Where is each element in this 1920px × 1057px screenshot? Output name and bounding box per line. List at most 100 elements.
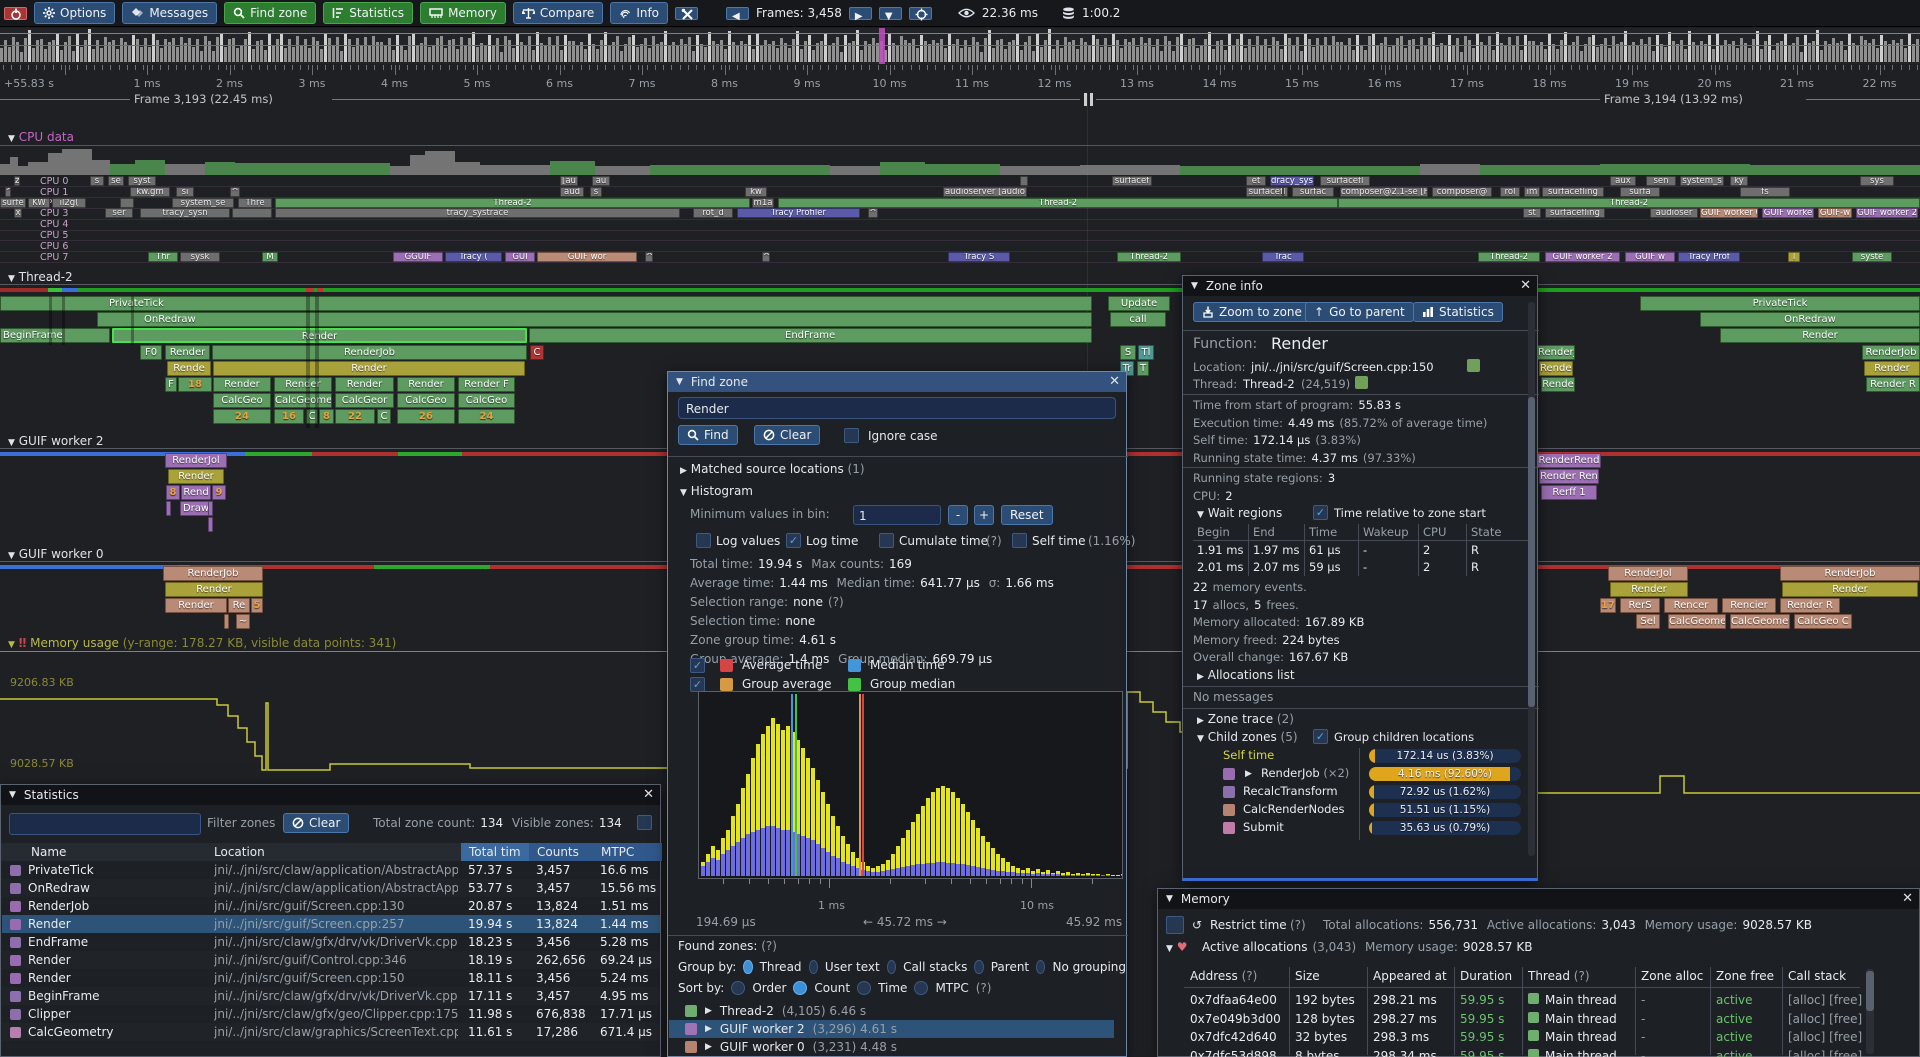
zone-chip[interactable]: il2g( xyxy=(52,198,86,208)
zone-chip[interactable]: RenderJol xyxy=(165,453,227,468)
column-header[interactable]: Appeared at xyxy=(1373,969,1452,983)
radio-button[interactable] xyxy=(974,960,983,974)
zone-chip[interactable]: Thre xyxy=(238,198,272,208)
legend-checkbox[interactable]: ✓ xyxy=(690,658,705,673)
zone-chip[interactable]: Render R xyxy=(1780,598,1840,613)
zone-chip[interactable]: RenderJob xyxy=(212,345,527,360)
thread-cell[interactable]: Main thread xyxy=(1528,993,1633,1007)
zone-chip[interactable]: Render xyxy=(213,361,525,376)
zone-chip[interactable]: system_se xyxy=(172,198,234,208)
zone-chip[interactable]: C xyxy=(530,345,544,360)
histogram-plot[interactable] xyxy=(698,691,1123,879)
zone-chip[interactable]: RenderJol xyxy=(1537,345,1575,360)
zone-chip[interactable]: ^ xyxy=(868,208,878,218)
thread-value[interactable]: Thread-2 xyxy=(1243,377,1295,391)
cumulate-checkbox[interactable] xyxy=(879,533,894,548)
zone-chip[interactable]: surfacefl xyxy=(1320,176,1370,186)
reset-button[interactable]: Reset xyxy=(1001,505,1053,525)
zone-chip[interactable]: Rende xyxy=(167,361,211,376)
info-button[interactable]: Info xyxy=(610,2,668,24)
wait-column-header[interactable]: Wakeup xyxy=(1363,525,1417,539)
zone-chip[interactable]: GUIF worke xyxy=(1762,208,1814,218)
column-header[interactable]: Name xyxy=(1,843,206,861)
radio-button[interactable] xyxy=(1036,960,1045,974)
table-row[interactable]: OnRedrawjni/../jni/src/claw/application/… xyxy=(2,879,660,897)
zone-chip[interactable]: 8 xyxy=(319,409,334,424)
column-header[interactable]: MTPC xyxy=(593,843,662,861)
group-children-checkbox[interactable]: ✓ xyxy=(1313,729,1328,744)
zone-chip[interactable]: sysk xyxy=(180,252,220,262)
zone-chip[interactable]: fs xyxy=(1740,187,1790,197)
zone-chip[interactable]: audioser xyxy=(1650,208,1698,218)
column-header[interactable]: Zone free xyxy=(1716,969,1780,983)
zone-chip[interactable]: GGUIF xyxy=(393,252,443,262)
wait-column-header[interactable]: CPU xyxy=(1423,525,1465,539)
clear-filter-button[interactable]: Clear xyxy=(283,813,349,833)
zone-chip[interactable]: kw.gm xyxy=(130,187,170,197)
zone-chip[interactable]: s xyxy=(590,187,602,197)
source-color-swatch[interactable] xyxy=(1467,359,1480,372)
zone-chip[interactable]: surfacef xyxy=(1112,176,1152,186)
zone-chip[interactable]: aux xyxy=(1610,176,1636,186)
zone-chip[interactable]: [au xyxy=(560,176,578,186)
zone-chip[interactable]: M xyxy=(262,252,278,262)
zone-chip[interactable]: T xyxy=(1137,361,1149,376)
zone-chip[interactable]: rot_d xyxy=(693,208,733,218)
legend-checkbox[interactable]: ✓ xyxy=(690,677,705,692)
axis-span-label[interactable]: ← 45.72 ms → xyxy=(863,915,947,929)
zone-chip[interactable]: Tracy ( xyxy=(445,252,502,262)
zone-chip[interactable]: KW xyxy=(28,198,50,208)
matched-locations-row[interactable]: ▶ Matched source locations (1) xyxy=(680,462,865,476)
zone-chip[interactable]: GUIF worker 0 xyxy=(1700,208,1758,218)
zone-chip[interactable]: GUIF wor xyxy=(537,252,637,262)
radio-button[interactable] xyxy=(887,960,896,974)
zone-chip[interactable]: ky xyxy=(1730,176,1748,186)
active-allocations-header[interactable]: ▼ ♥ xyxy=(1166,940,1188,954)
radio-button[interactable] xyxy=(743,960,752,974)
zone-chip[interactable]: Render xyxy=(1539,361,1573,376)
find-button[interactable]: Find xyxy=(678,425,738,445)
filter-input[interactable] xyxy=(9,813,201,835)
zone-chip[interactable] xyxy=(166,501,171,516)
zone-chip[interactable]: et xyxy=(1246,176,1266,186)
close-icon[interactable]: ✕ xyxy=(643,787,654,802)
zone-chip[interactable]: 5 xyxy=(251,598,263,613)
zone-chip[interactable]: 17 xyxy=(1600,598,1616,613)
min-bin-input[interactable]: 1 xyxy=(853,505,941,525)
zone-info-scrollbar[interactable] xyxy=(1528,302,1535,856)
zone-group-row[interactable]: ▶Thread-2(4,105) 6.46 s xyxy=(669,1002,1114,1020)
zone-chip[interactable]: 18 xyxy=(178,377,212,392)
memory-titlebar[interactable]: ▼Memory✕ xyxy=(1158,889,1919,909)
zone-chip[interactable]: RerS xyxy=(1620,598,1660,613)
zone-chip[interactable]: RenderJol xyxy=(1608,566,1688,581)
zone-chip[interactable]: 9 xyxy=(212,485,226,500)
column-header[interactable]: Zone alloc xyxy=(1641,969,1708,983)
wait-column-header[interactable]: Begin xyxy=(1197,525,1247,539)
radio-button[interactable] xyxy=(809,960,818,974)
zone-chip[interactable]: Render xyxy=(397,377,455,392)
zone-chip[interactable]: RenderJob xyxy=(1862,345,1920,360)
zone-chip[interactable]: 16 xyxy=(274,409,304,424)
zone-chip[interactable]: GUIF worker 2 xyxy=(1545,252,1620,262)
close-icon[interactable]: ✕ xyxy=(1109,374,1120,389)
statistics-button[interactable]: Statistics xyxy=(323,2,413,24)
zone-chip[interactable]: PrivateTick xyxy=(0,296,1092,311)
radio-button[interactable] xyxy=(857,981,871,995)
ignore-case-checkbox[interactable] xyxy=(844,428,859,443)
zone-chip[interactable]: composer@2.1-se [HW xyxy=(1340,187,1428,197)
next-frame-button[interactable]: ▶ xyxy=(849,7,872,20)
child-zone-name[interactable]: CalcRenderNodes xyxy=(1243,802,1345,816)
table-row[interactable]: Renderjni/../jni/src/guif/Screen.cpp:150… xyxy=(2,969,660,987)
zone-chip[interactable]: Render xyxy=(112,328,527,343)
zone-chip[interactable]: S xyxy=(1120,345,1136,360)
zone-chip[interactable]: Sel xyxy=(1636,614,1660,629)
zone-chip[interactable]: system_s xyxy=(1680,176,1724,186)
clear-button[interactable]: Clear xyxy=(754,425,820,445)
zone-chip[interactable]: CalcGeomet xyxy=(1730,614,1790,629)
wait-regions-header[interactable]: ▼ Wait regions xyxy=(1197,506,1282,520)
call-stack-links[interactable]: [alloc] [free] xyxy=(1788,1030,1862,1044)
zone-chip[interactable]: rol xyxy=(1500,187,1520,197)
zone-chip[interactable]: surfacefling xyxy=(1542,187,1604,197)
zone-chip[interactable]: Re xyxy=(228,598,250,613)
zone-chip[interactable]: GUI xyxy=(505,252,535,262)
